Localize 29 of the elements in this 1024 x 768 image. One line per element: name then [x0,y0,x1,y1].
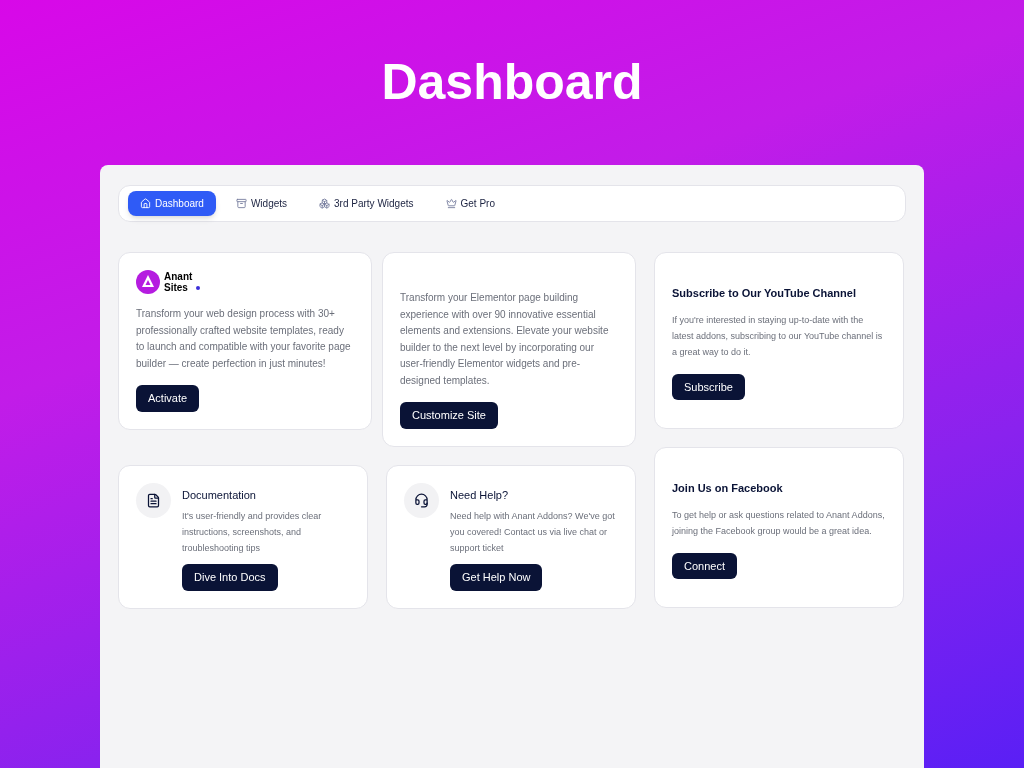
card-action-button[interactable]: Subscribe [672,373,745,400]
card-title: Subscribe to Our YouTube Channel [672,286,857,301]
tab-icon [445,198,457,209]
logo-icon [136,270,160,294]
nav-tab[interactable]: Widgets [223,191,300,216]
card-action-button[interactable]: Connect [672,552,737,579]
card-title: Join Us on Facebook [672,481,784,496]
document-icon [146,492,161,508]
card-description: Need help with Anant Addons? We've got you covered! Contact us via live chat or support ticket [450,510,616,555]
page-title: Dashboard [381,53,643,112]
headset-icon [414,492,429,508]
card-action-button[interactable]: Customize Site [400,402,498,429]
tab-icon [235,198,247,209]
card-description: If you're interested in staying up-to-date with the latest addons, subscribing to our YouTube channel is a great way to do it. [672,313,884,359]
card-description: Transform your Elementor page building experience with over 90 innovative essential elements and extensions. Elevate your website builder to the next level by incorporating our user-friendly Elementor widgets and pre-designed templates. [400,291,610,388]
card-action-button[interactable]: Dive Into Docs [182,564,278,591]
logo-text: Anant Sites [164,271,193,293]
nav-tab[interactable]: Get Pro [433,191,507,216]
tab-icon [140,198,151,209]
tab-icon [319,198,331,209]
card-description: It's user-friendly and provides clear instructions, screenshots, and troubleshooting tips [182,510,323,555]
card-action-button[interactable]: Activate [136,385,200,412]
card-action-button[interactable]: Get Help Now [450,564,543,591]
card-title: Need Help? [450,487,510,503]
nav-tab[interactable]: Dashboard [128,191,216,216]
nav-tab[interactable]: 3rd Party Widgets [307,191,426,216]
card-description: Transform your web design process with 30+ professionally crafted website templates, ready to launch and compatible with your favorite page builder — create perfection in just minutes! [136,307,352,371]
card-description: To get help or ask questions related to Anant Addons, joining the Facebook group would be a great idea. [672,508,886,538]
card-title: Documentation [182,487,257,503]
